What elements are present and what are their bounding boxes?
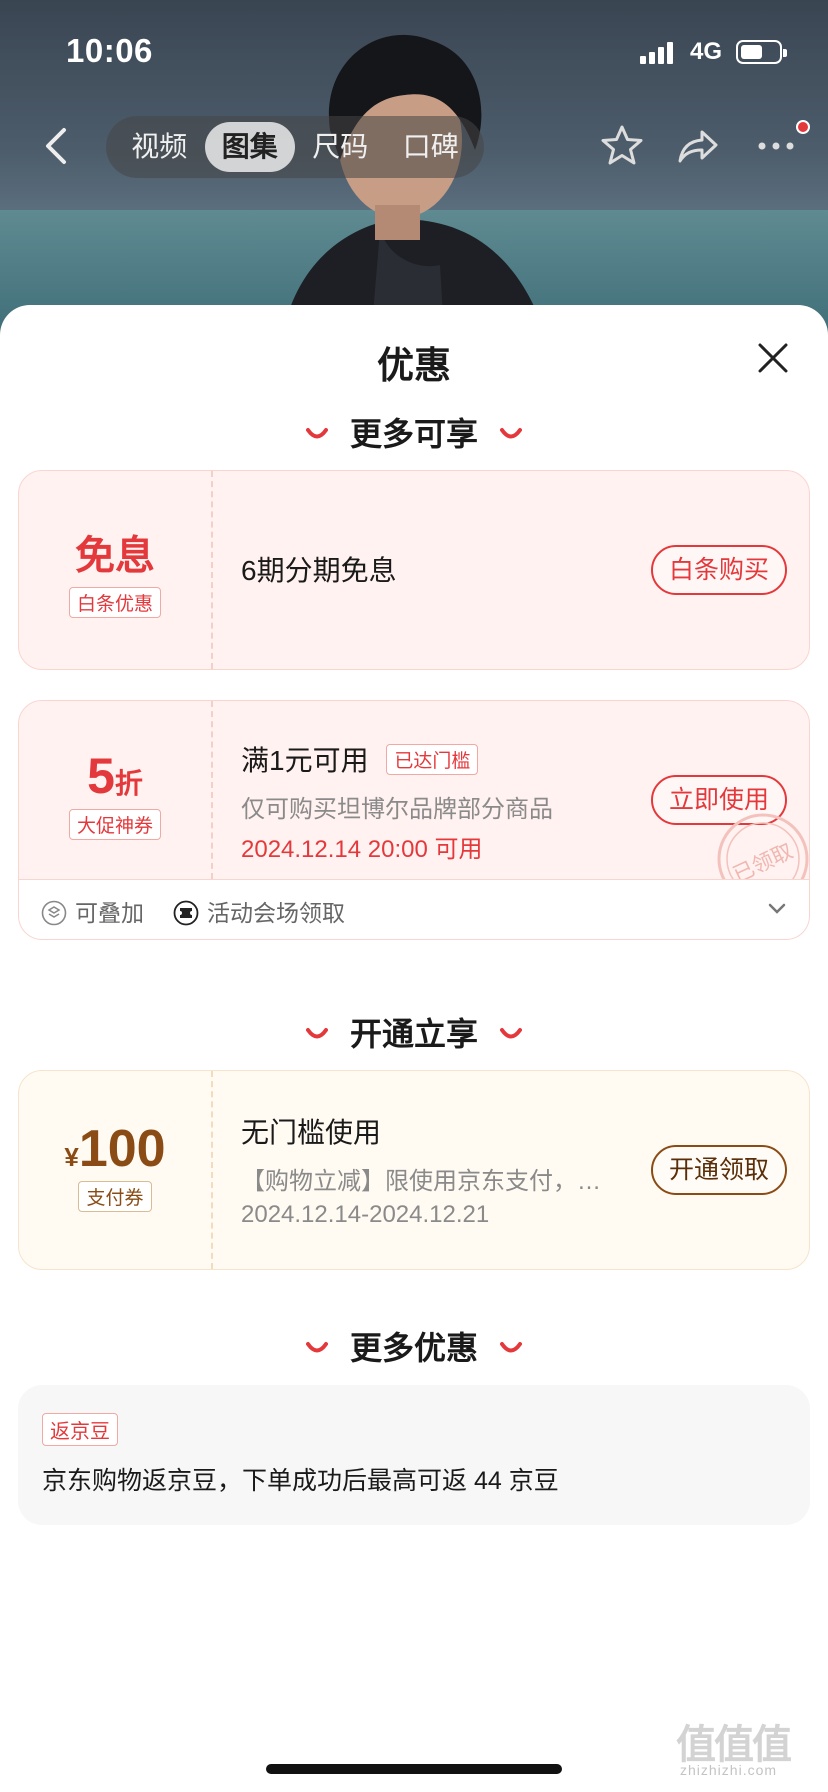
section-title: 开通立享	[349, 1016, 478, 1052]
promo-coupon-tag: 大促神券	[68, 809, 161, 840]
smile-decor-icon	[500, 1341, 522, 1353]
coupon-footer: 可叠加 活动会场领取	[18, 880, 810, 940]
interest-free-label: 免息	[75, 534, 155, 578]
coupon-desc: 【购物立减】限使用京东支付，…	[241, 1168, 601, 1195]
section-title: 更多优惠	[349, 1330, 478, 1366]
share-icon[interactable]	[674, 122, 722, 170]
jingdou-rebate-card: 返京豆 京东购物返京豆，下单成功后最高可返 44 京豆	[18, 1385, 810, 1525]
jingdou-text: 京东购物返京豆，下单成功后最高可返 44 京豆	[42, 1467, 559, 1495]
home-indicator[interactable]	[266, 1764, 562, 1774]
header-background: 10:06 4G 视频 图集 尺码 口碑	[0, 0, 828, 340]
stack-icon	[41, 900, 67, 926]
tab-size[interactable]: 尺码	[295, 122, 386, 172]
smile-decor-icon	[500, 427, 522, 439]
coupon-period: 2024.12.14-2024.12.21	[241, 1201, 490, 1228]
media-tabs: 视频 图集 尺码 口碑	[106, 116, 484, 178]
close-icon[interactable]	[756, 341, 790, 375]
smile-decor-icon	[500, 1027, 522, 1039]
network-type: 4G	[690, 38, 723, 65]
stackable-info: 可叠加	[41, 894, 144, 928]
discount-sheet: 优惠 更多可享 免息 白条优惠 6期分期免息 白条购买 5折 大促神券 满1元可…	[0, 305, 828, 1792]
discount-unit: 折	[114, 768, 143, 799]
smile-decor-icon	[305, 427, 328, 439]
coupon-source-info: 活动会场领取	[173, 894, 345, 928]
sheet-title: 优惠	[377, 345, 451, 386]
more-icon[interactable]	[752, 122, 800, 170]
discount-coupon-card: 5折 大促神券 满1元可用 已达门槛 仅可购买坦博尔品牌部分商品 2024.12…	[18, 700, 810, 880]
pay-coupon-card: ¥100 支付券 无门槛使用 【购物立减】限使用京东支付，… 2024.12.1…	[18, 1070, 810, 1270]
discount-number: 5	[87, 748, 115, 804]
coupon-source-label: 活动会场领取	[207, 900, 345, 926]
baitiao-buy-button[interactable]: 白条购买	[651, 545, 787, 595]
back-icon[interactable]	[38, 124, 74, 168]
card-left: 5折 大促神券	[19, 701, 213, 879]
section-more-benefits: 更多可享	[0, 409, 828, 455]
section-open-benefits: 开通立享	[0, 1009, 828, 1055]
watermark-url: zhizhizhi.com	[680, 1762, 778, 1778]
coupon-amount: 100	[78, 1120, 166, 1178]
battery-icon	[736, 40, 787, 64]
currency-symbol: ¥	[64, 1142, 79, 1172]
card-left: 免息 白条优惠	[19, 471, 213, 669]
tab-gallery[interactable]: 图集	[204, 122, 295, 172]
coupon-title: 无门槛使用	[241, 1117, 382, 1148]
tab-video[interactable]: 视频	[114, 122, 205, 172]
threshold-reached-badge: 已达门槛	[386, 744, 479, 775]
baitiao-tag: 白条优惠	[68, 587, 161, 618]
smile-decor-icon	[305, 1341, 328, 1353]
coupon-threshold: 满1元可用 已达门槛	[241, 739, 479, 779]
notification-dot	[796, 120, 810, 134]
status-bar: 10:06 4G	[0, 0, 828, 100]
installment-text: 6期分期免息	[241, 555, 397, 586]
star-icon[interactable]	[598, 122, 646, 170]
signal-icon	[640, 42, 673, 64]
section-title: 更多可享	[349, 416, 478, 452]
coupon-title: 满1元可用	[241, 745, 369, 776]
activate-claim-button[interactable]: 开通领取	[651, 1145, 787, 1195]
section-more-offers: 更多优惠	[0, 1323, 828, 1369]
interest-free-card: 免息 白条优惠 6期分期免息 白条购买	[18, 470, 810, 670]
ticket-icon	[173, 900, 199, 926]
card-left: ¥100 支付券	[19, 1071, 213, 1269]
coupon-valid-time: 2024.12.14 20:00 可用	[241, 836, 483, 863]
stackable-label: 可叠加	[75, 900, 144, 926]
coupon-scope: 仅可购买坦博尔品牌部分商品	[241, 796, 553, 823]
tab-reviews[interactable]: 口碑	[386, 122, 477, 172]
smile-decor-icon	[305, 1027, 328, 1039]
chevron-down-icon[interactable]	[767, 902, 787, 916]
pay-coupon-tag: 支付券	[78, 1181, 152, 1212]
jingdou-tag: 返京豆	[42, 1413, 118, 1446]
status-time: 10:06	[66, 32, 153, 69]
